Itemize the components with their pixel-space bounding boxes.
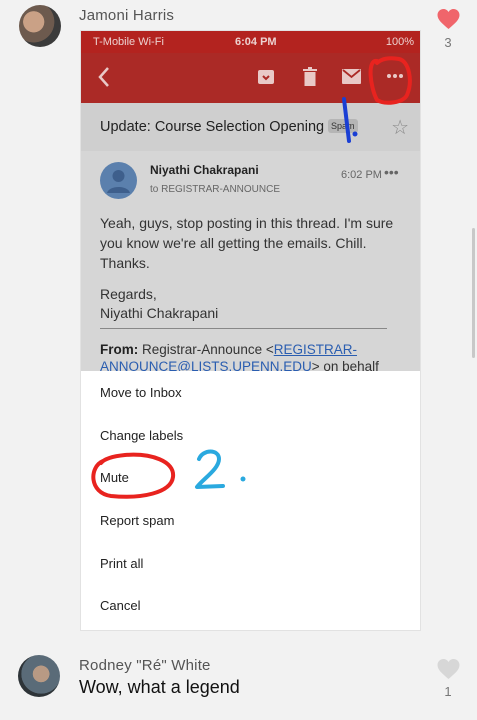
menu-item-cancel: Cancel bbox=[100, 598, 141, 613]
email-subject: Update: Course Selection Opening bbox=[100, 119, 325, 135]
sent-time: 6:02 PM bbox=[341, 169, 382, 181]
email-signature: Niyathi Chakrapani bbox=[100, 305, 219, 321]
message-more-icon: ••• bbox=[384, 164, 399, 180]
quoted-from-line: From: Registrar-Announce <REGISTRAR-ANNO… bbox=[100, 341, 410, 371]
trash-icon bbox=[303, 67, 317, 86]
divider bbox=[100, 328, 387, 329]
menu-item-report-spam: Report spam bbox=[100, 513, 175, 528]
comment-author[interactable]: Jamoni Harris bbox=[79, 7, 174, 24]
comment-author[interactable]: Rodney "Ré" White bbox=[79, 657, 211, 674]
heart-icon[interactable] bbox=[436, 8, 461, 30]
sender-avatar bbox=[100, 162, 137, 199]
status-bar: T-Mobile Wi-Fi 6:04 PM 100% bbox=[81, 31, 420, 53]
app-toolbar bbox=[81, 53, 420, 103]
recipient-line: to REGISTRAR-ANNOUNCE bbox=[150, 184, 281, 195]
subject-row: Update: Course Selection Opening Spam ☆ bbox=[81, 103, 420, 151]
comment-text: Wow, what a legend bbox=[79, 677, 240, 697]
from-name: Registrar-Announce < bbox=[142, 342, 274, 357]
like-count: 3 bbox=[444, 35, 452, 50]
back-arrow-icon bbox=[98, 67, 109, 87]
spam-label: Spam bbox=[328, 119, 358, 133]
from-tail: > on behalf bbox=[311, 359, 379, 371]
more-icon bbox=[387, 74, 403, 78]
status-time: 6:04 PM bbox=[235, 36, 277, 48]
sender-name: Niyathi Chakrapani bbox=[150, 163, 259, 177]
cyan-dot bbox=[240, 476, 246, 482]
like-count: 1 bbox=[444, 684, 452, 699]
attached-screenshot[interactable]: T-Mobile Wi-Fi 6:04 PM 100% Update: Cour… bbox=[80, 30, 421, 631]
email-screenshot: T-Mobile Wi-Fi 6:04 PM 100% Update: Cour… bbox=[81, 31, 420, 371]
menu-item-print-all: Print all bbox=[100, 556, 144, 571]
carrier-label: T-Mobile Wi-Fi bbox=[93, 36, 164, 48]
from-label: From: bbox=[100, 342, 139, 357]
email-regards: Regards, bbox=[100, 286, 157, 302]
menu-item-move-to-inbox: Move to Inbox bbox=[100, 385, 182, 400]
avatar[interactable] bbox=[18, 655, 60, 697]
avatar[interactable] bbox=[19, 5, 61, 47]
scrollbar[interactable] bbox=[472, 228, 475, 358]
menu-item-change-labels: Change labels bbox=[100, 428, 184, 443]
archive-icon bbox=[258, 70, 274, 84]
mail-icon bbox=[342, 69, 361, 84]
cyan-two bbox=[195, 449, 225, 489]
menu-item-mute: Mute bbox=[100, 470, 129, 485]
star-icon: ☆ bbox=[391, 117, 409, 139]
battery-label: 100% bbox=[385, 36, 414, 48]
email-body: Yeah, guys, stop posting in this thread.… bbox=[100, 215, 394, 271]
heart-outline-icon[interactable] bbox=[436, 658, 461, 680]
